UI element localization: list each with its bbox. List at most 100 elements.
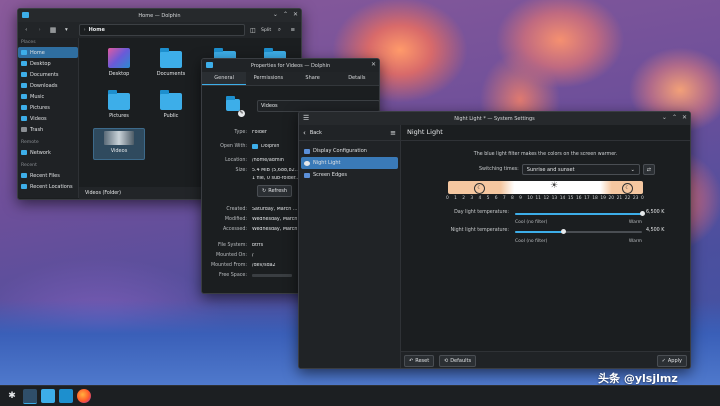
taskbar-terminal-icon[interactable]	[23, 388, 37, 404]
edit-icon[interactable]: ✎	[238, 110, 245, 117]
day-temp-slider[interactable]	[515, 211, 645, 216]
folder-item-public[interactable]: Public	[151, 90, 191, 119]
cool-label: Cool (no filter)	[515, 220, 548, 225]
app-launcher-icon[interactable]: ✱	[5, 389, 19, 403]
sidebar-item-desktop[interactable]: Desktop	[18, 58, 78, 69]
folder-item-documents[interactable]: Documents	[151, 48, 191, 77]
night-temp-knob[interactable]	[560, 229, 566, 234]
row-key: Mounted From:	[210, 262, 247, 268]
view-menu-icon[interactable]: ▾	[61, 25, 71, 36]
swap-button[interactable]: ⇄	[642, 164, 655, 175]
folder-item-desktop[interactable]: Desktop	[99, 48, 139, 77]
row-key: Created:	[226, 206, 247, 212]
tab-details[interactable]: Details	[335, 72, 379, 85]
breadcrumb[interactable]: › Home	[78, 24, 245, 36]
chevron-down-icon: ⌄	[630, 166, 635, 173]
hour-label: 10	[527, 196, 533, 201]
nav-screen-edges[interactable]: Screen Edges	[301, 169, 398, 181]
sidebar-item-home[interactable]: Home	[18, 47, 78, 58]
sidebar-item-videos[interactable]: Videos	[18, 113, 78, 124]
back-button[interactable]: Back	[310, 130, 322, 136]
close-icon[interactable]: ✕	[682, 114, 687, 121]
hour-label: 5	[486, 196, 490, 201]
refresh-icon: ↻	[262, 188, 267, 194]
sidebar-item-music[interactable]: Music	[18, 91, 78, 102]
hamburger-menu-icon[interactable]: ≡	[390, 129, 396, 137]
minimize-icon[interactable]: ⌄	[273, 11, 278, 18]
sidebar-item-pictures[interactable]: Pictures	[18, 102, 78, 113]
minimize-icon[interactable]: ⌄	[662, 114, 667, 121]
back-arrow-icon[interactable]: ‹	[21, 25, 31, 36]
reset-button[interactable]: ↶ Reset	[404, 355, 435, 367]
tab-share[interactable]: Share	[291, 72, 335, 85]
folder-label: Public	[163, 113, 179, 119]
split-button[interactable]: Split	[261, 28, 271, 33]
dolphin-title: Home — Dolphin	[138, 12, 181, 19]
row-key: Location:	[225, 157, 247, 163]
refresh-button[interactable]: ↻ Refresh	[257, 185, 293, 197]
day-temp-knob[interactable]	[639, 211, 645, 216]
screen-edges-icon	[304, 172, 310, 178]
folder-item-pictures[interactable]: Pictures	[99, 90, 139, 119]
videos-icon	[21, 116, 27, 121]
tab-permissions[interactable]: Permissions	[246, 72, 290, 85]
close-icon[interactable]: ✕	[293, 11, 298, 18]
downloads-icon	[21, 83, 27, 88]
defaults-button[interactable]: ⟲ Defaults	[439, 355, 477, 367]
night-icon-end: ☾	[622, 183, 633, 194]
settings-footer: ↶ Reset ⟲ Defaults ✓ Apply	[401, 351, 690, 368]
properties-titlebar: Properties for Videos — Dolphin ✕	[202, 59, 379, 72]
switching-times-select[interactable]: Sunrise and sunset ⌄	[521, 164, 640, 175]
hour-label: 19	[600, 196, 606, 201]
sidebar-item-recent-locations[interactable]: Recent Locations	[18, 181, 78, 192]
taskbar-files-icon[interactable]	[59, 389, 73, 403]
folder-label: Documents	[156, 71, 186, 77]
sidebar-item-documents[interactable]: Documents	[18, 69, 78, 80]
hour-label: 20	[608, 196, 615, 201]
hour-label: 1	[454, 196, 457, 201]
hour-label: 4	[478, 196, 482, 201]
music-icon	[21, 94, 27, 99]
sidebar-item-network[interactable]: Network	[18, 147, 78, 158]
maximize-icon[interactable]: ⌃	[283, 11, 288, 18]
apply-button[interactable]: ✓ Apply	[656, 355, 687, 367]
sidebar-item-downloads[interactable]: Downloads	[18, 80, 78, 91]
back-arrow-icon[interactable]: ‹	[303, 129, 306, 137]
maximize-icon[interactable]: ⌃	[672, 114, 677, 121]
sidebar-item-label: Recent Locations	[30, 183, 73, 190]
sidebar-item-trash[interactable]: Trash	[18, 124, 78, 135]
hour-label: 11	[535, 196, 541, 201]
forward-arrow-icon[interactable]: ›	[34, 25, 44, 36]
nav-night-light[interactable]: Night Light	[301, 157, 398, 169]
dolphin-toolbar: ‹ › ▦ ▾ › Home ◫ Split ⌕ ≡	[18, 22, 301, 38]
view-mode-icon[interactable]: ▦	[48, 25, 58, 36]
row-key: Size:	[235, 167, 247, 173]
settings-window: ☰ Night Light * — System Settings ⌄ ⌃ ✕ ‹ …	[298, 111, 691, 369]
search-icon[interactable]: ⌕	[274, 25, 284, 36]
hour-label: 12	[543, 196, 550, 201]
properties-app-icon	[206, 62, 213, 68]
folder-item-videos[interactable]: Videos	[93, 128, 145, 160]
places-panel: Places Home Desktop Documents Downloads …	[18, 38, 79, 198]
breadcrumb-home[interactable]: Home	[89, 27, 105, 33]
sidebar-item-label: Pictures	[30, 104, 50, 111]
dolphin-icon	[252, 143, 258, 149]
row-value: 1 file, 0 sub-folder...	[252, 175, 300, 181]
row-value: /dev/sda2	[252, 262, 276, 268]
split-icon[interactable]: ◫	[248, 25, 258, 36]
settings-main: Night Light The blue light filter makes …	[401, 125, 690, 368]
apply-label: Apply	[667, 358, 682, 364]
night-temp-slider[interactable]	[515, 229, 642, 234]
settings-sidebar: ‹ Back ≡ Display Configuration Night Lig…	[299, 125, 401, 368]
timeline: ☾ ☀ ☾	[448, 181, 643, 194]
check-icon: ✓	[661, 358, 666, 364]
close-icon[interactable]: ✕	[371, 61, 376, 68]
sidebar-item-label: Home	[30, 49, 45, 56]
nav-display-configuration[interactable]: Display Configuration	[301, 145, 398, 157]
taskbar-dolphin-icon[interactable]	[41, 389, 55, 403]
reset-label: Reset	[415, 358, 430, 364]
tab-general[interactable]: General	[202, 72, 247, 85]
hamburger-menu-icon[interactable]: ≡	[288, 25, 298, 36]
taskbar-firefox-icon[interactable]	[77, 389, 91, 403]
sidebar-item-recent-files[interactable]: Recent Files	[18, 170, 78, 181]
